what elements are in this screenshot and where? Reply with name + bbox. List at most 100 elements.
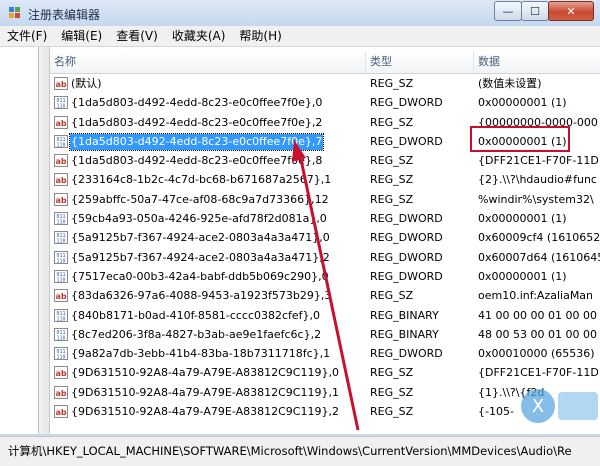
value-data: 0x00000001 (1) [478,96,567,110]
svg-text:ab: ab [55,119,66,128]
title-bar[interactable]: 注册表编辑器 — ☐ ✕ [0,0,600,26]
binary-value-icon: 011110 [54,134,68,148]
list-item[interactable]: ab {83da6326-97a6-4088-9453-a1923f573b29}… [50,286,600,305]
list-item[interactable]: 011 110 {7517eca0-00b3-42a4-babf-ddb5b069c… [50,267,600,286]
value-data: oem10.inf:AzaliaMan [478,289,594,303]
string-value-icon: ab [54,366,68,380]
value-type: REG_SZ [370,173,414,187]
value-name: {233164c8-1b2c-4c7d-bc68-b671687a2567},1 [71,173,332,187]
svg-text:ab: ab [55,408,66,417]
binary-value-icon: 011110 [54,231,68,245]
svg-text:ab: ab [55,157,66,166]
svg-text:110: 110 [56,220,65,226]
value-type: REG_DWORD [370,269,443,283]
column-header-name[interactable]: 名称 [50,51,366,73]
svg-text:110: 110 [56,355,65,361]
svg-text:110: 110 [56,316,65,322]
list-item[interactable]: 011 110 {5a9125b7-f367-4924-ace2-0803a4a3a… [50,248,600,267]
list-item[interactable]: 011 110 {1da5d803-d492-4edd-8c23-e0c0ffee7… [50,93,600,112]
value-type: REG_DWORD [370,212,443,226]
list-item[interactable]: ab {233164c8-1b2c-4c7d-bc68-b671687a2567}… [50,170,600,189]
svg-text:ab: ab [55,176,66,185]
value-data: 0x60009cf4 (1610652 [478,231,600,245]
svg-text:X: X [532,396,544,417]
value-data: {-105- [478,405,514,419]
registry-editor-window: 注册表编辑器 — ☐ ✕ 文件(F) 编辑(E) 查看(V) 收藏夹(A) 帮助… [0,0,600,466]
value-name: {840b8171-b0ad-410f-8581-cccc0382cfef},0 [71,308,321,322]
svg-text:110: 110 [56,277,65,283]
string-value-icon: ab [54,289,68,303]
value-data: {2}.\\?\hdaudio#func [478,173,597,187]
string-value-icon: ab [54,115,68,129]
value-type: REG_DWORD [370,250,443,264]
value-type: REG_SZ [370,289,414,303]
value-name: {8c7ed206-3f8a-4827-b3ab-ae9e1faefc6c},2 [71,327,322,341]
value-data: 41 00 00 00 01 00 00 [478,308,597,322]
status-path: 计算机\HKEY_LOCAL_MACHINE\SOFTWARE\Microsof… [8,444,572,458]
svg-text:110: 110 [56,104,65,110]
value-type: REG_BINARY [370,308,439,322]
values-list-pane[interactable]: 名称 类型 数据 ab (默认) REG_SZ (数值未设置) 011 110 {1da5d… [50,47,600,434]
window-title: 注册表编辑器 [28,8,101,22]
value-type: REG_SZ [370,154,414,168]
list-item[interactable]: 011 110 {5a9125b7-f367-4924-ace2-0803a4a3a… [50,228,600,247]
list-item[interactable]: 011 110 {59cb4a93-050a-4246-925e-afd78f2d0… [50,209,600,228]
binary-value-icon: 011110 [54,96,68,110]
registry-app-icon [9,7,20,18]
key-tree-pane[interactable] [0,47,39,434]
value-type: REG_SZ [370,115,414,129]
value-name: {9D631510-92A8-4a79-A79E-A83812C9C119},1 [71,385,339,399]
maximize-button[interactable]: ☐ [521,1,549,21]
list-item[interactable]: 011 110 {8c7ed206-3f8a-4827-b3ab-ae9e1faef… [50,325,600,344]
svg-text:ab: ab [55,292,66,301]
value-name: {9D631510-92A8-4a79-A79E-A83812C9C119},2 [71,405,339,419]
window-controls: — ☐ ✕ [494,1,594,21]
value-type: REG_DWORD [370,347,443,361]
svg-text:110: 110 [56,258,65,264]
value-type: REG_SZ [370,385,414,399]
list-item[interactable]: 011 110 {840b8171-b0ad-410f-8581-cccc0382c… [50,306,600,325]
binary-value-icon: 011110 [54,269,68,283]
menu-edit[interactable]: 编辑(E) [54,26,109,46]
value-name: {9D631510-92A8-4a79-A79E-A83812C9C119},0 [71,366,339,380]
close-button[interactable]: ✕ [548,1,594,21]
value-data: 0x60007d64 (1610645 [478,250,600,264]
binary-value-icon: 011110 [54,327,68,341]
menu-file[interactable]: 文件(F) [0,26,54,46]
value-name: {1da5d803-d492-4edd-8c23-e0c0ffee7f0e},7 [68,132,325,151]
string-value-icon: ab [54,77,68,90]
list-item[interactable]: ab (默认) REG_SZ (数值未设置) [50,74,600,93]
list-item[interactable]: ab {1da5d803-d492-4edd-8c23-e0c0ffee7f0e}… [50,151,600,170]
list-item[interactable]: 011 110 {9a82a7db-3ebb-41b4-83ba-18b731171… [50,344,600,363]
column-header-data[interactable]: 数据 [474,51,600,73]
list-item[interactable]: ab {259abffc-50a7-47ce-af08-68c9a7d73366}… [50,190,600,209]
menu-help[interactable]: 帮助(H) [232,26,288,46]
watermark-logo: X [521,389,598,423]
value-type: REG_DWORD [370,231,443,245]
value-type: REG_BINARY [370,327,439,341]
value-type: REG_DWORD [370,134,443,148]
svg-text:110: 110 [56,239,65,245]
svg-text:ab: ab [55,389,66,398]
tree-scrollbar[interactable] [43,47,50,434]
string-value-icon: ab [54,173,68,187]
status-bar: 计算机\HKEY_LOCAL_MACHINE\SOFTWARE\Microsof… [0,436,600,466]
value-data: 0x00000001 (1) [478,269,567,283]
svg-text:110: 110 [56,335,65,341]
value-name: {1da5d803-d492-4edd-8c23-e0c0ffee7f0e},8 [71,154,323,168]
value-data: 48 00 53 00 01 00 00 [478,327,597,341]
menu-favorites[interactable]: 收藏夹(A) [165,26,233,46]
column-header-type[interactable]: 类型 [366,51,474,73]
svg-text:110: 110 [56,142,65,148]
value-name: {83da6326-97a6-4088-9453-a1923f573b29},3 [71,289,332,303]
string-value-icon: ab [54,192,68,206]
menu-bar: 文件(F) 编辑(E) 查看(V) 收藏夹(A) 帮助(H) [0,26,600,47]
value-data: 0x00010000 (65536) [478,347,595,361]
value-data: {DFF21CE1-F70F-11D [478,154,599,168]
minimize-button[interactable]: — [494,1,522,21]
svg-text:ab: ab [55,196,66,205]
value-name: {1da5d803-d492-4edd-8c23-e0c0ffee7f0e},2 [71,115,323,129]
menu-view[interactable]: 查看(V) [109,26,165,46]
string-value-icon: ab [54,405,68,419]
value-name: {59cb4a93-050a-4246-925e-afd78f2d081a},0 [71,212,327,226]
